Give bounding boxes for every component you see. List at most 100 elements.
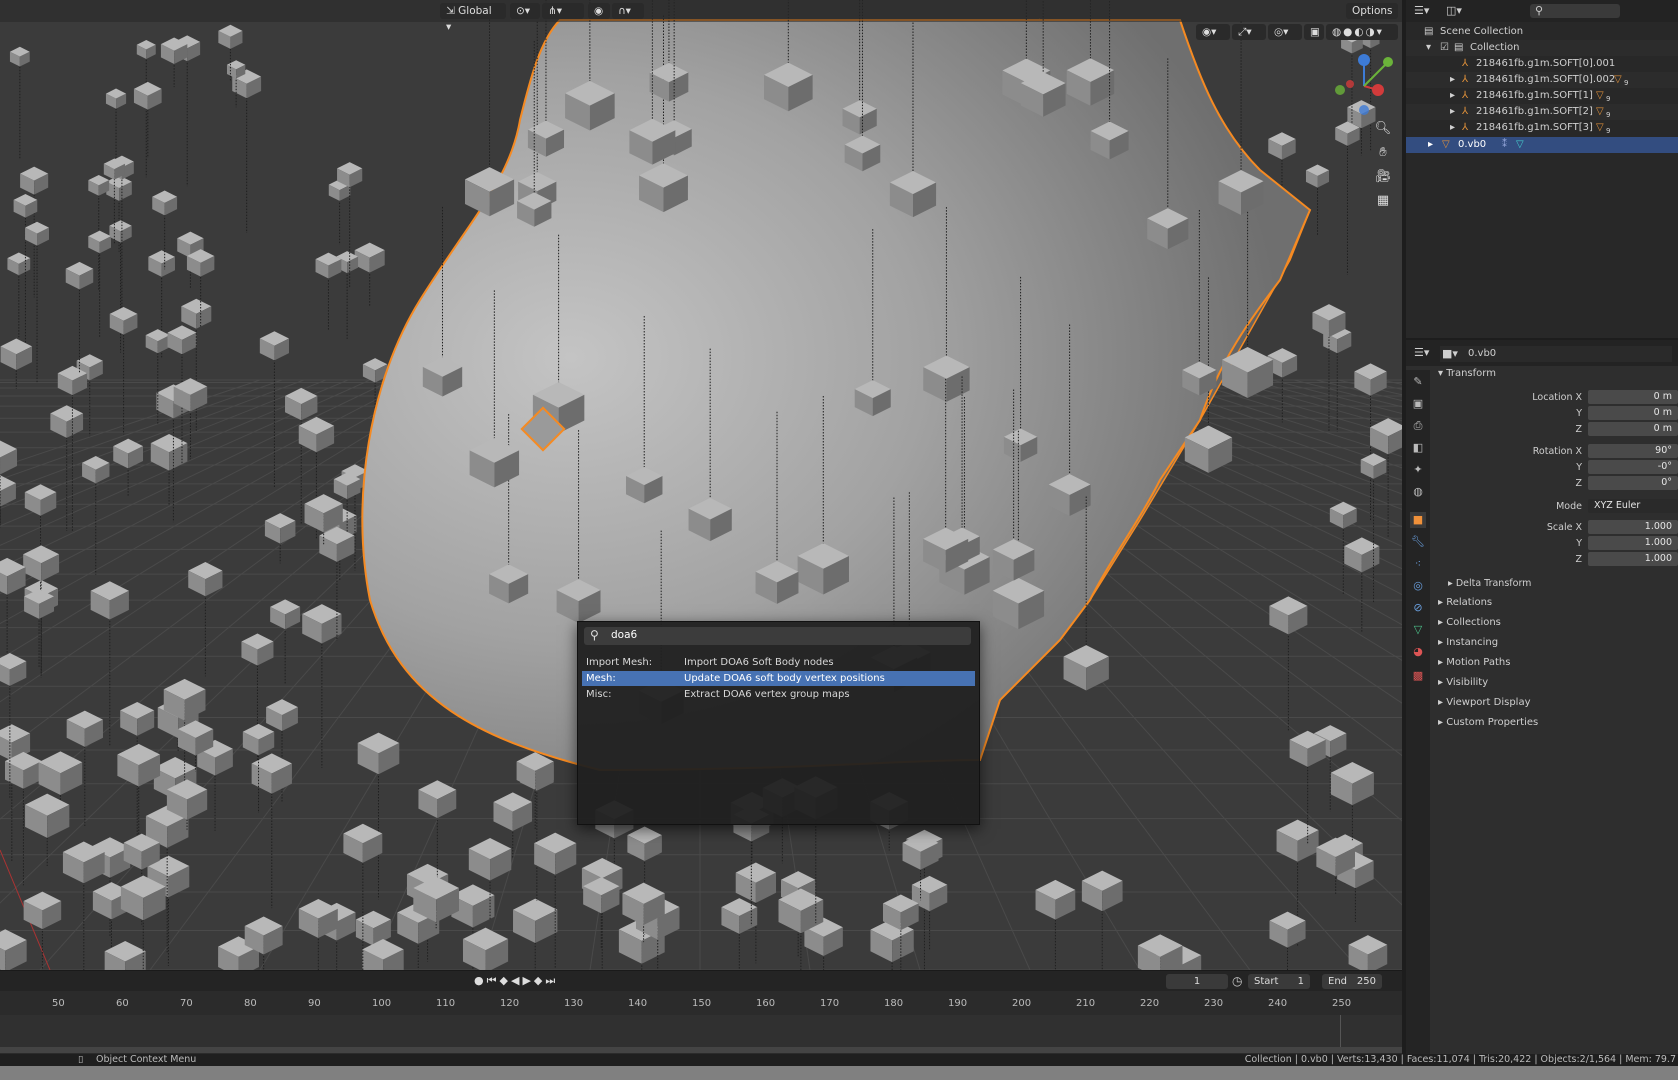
navigation-gizmo[interactable]: [1328, 50, 1400, 122]
timeline-track-area[interactable]: [0, 1015, 1402, 1047]
outliner-collection[interactable]: ▾ ☑ ▤ Collection: [1406, 40, 1678, 56]
modifier-tab-icon[interactable]: 🔧︎: [1410, 534, 1426, 550]
expand-arrow-icon[interactable]: ▸: [1450, 88, 1455, 104]
scale-y-field[interactable]: 1.000: [1588, 536, 1678, 550]
location-x-field[interactable]: 0 m: [1588, 390, 1678, 404]
scene-tab-icon[interactable]: ✦: [1410, 462, 1426, 478]
pivot-point-dropdown[interactable]: ⊙▾: [510, 3, 540, 19]
location-z-field[interactable]: 0 m: [1588, 422, 1678, 436]
gizmo-dropdown[interactable]: ⤢▾: [1232, 24, 1266, 40]
options-dropdown[interactable]: Options ▾: [1346, 3, 1398, 33]
collections-panel[interactable]: ▸ Collections: [1438, 617, 1501, 628]
tool-tab-icon[interactable]: ✎: [1410, 374, 1426, 390]
xray-toggle[interactable]: ▣: [1304, 24, 1324, 40]
custom-properties-panel[interactable]: ▸ Custom Properties: [1438, 717, 1538, 728]
rotation-z-field[interactable]: 0°: [1588, 476, 1678, 490]
proportional-edit-button[interactable]: ◉: [588, 3, 610, 19]
visibility-panel[interactable]: ▸ Visibility: [1438, 677, 1488, 688]
scale-x-field[interactable]: 1.000: [1588, 520, 1678, 534]
modifier-icon: ⁑: [1502, 139, 1507, 150]
particles-tab-icon[interactable]: ⁖: [1410, 556, 1426, 572]
status-bar: ▯ Object Context Menu Collection | 0.vb0…: [0, 1054, 1678, 1066]
location-y-field[interactable]: 0 m: [1588, 406, 1678, 420]
properties-editor[interactable]: ☰▾ ■ 0.vb0 ✎ ▣ ⎙ ◧ ✦ ◍ ■ 🔧︎ ⁖ ◎ ⊘ ▽ ◕ ▩ …: [1406, 340, 1678, 1054]
object-tab-icon[interactable]: ■: [1410, 512, 1426, 528]
start-frame-field[interactable]: Start 1: [1248, 974, 1310, 989]
view-layer-tab-icon[interactable]: ◧: [1410, 440, 1426, 456]
search-input[interactable]: ⚲ doa6: [584, 627, 971, 645]
armature-icon: ⅄: [1462, 74, 1469, 85]
data-tab-icon[interactable]: ▽: [1410, 622, 1426, 638]
options-label: Options: [1352, 5, 1393, 17]
outliner-item[interactable]: ▸ ⅄ 218461fb.g1m.SOFT[3] ▽ 9: [1406, 120, 1678, 136]
panel-title: Viewport Display: [1446, 697, 1531, 708]
rotation-y-field[interactable]: -0°: [1588, 460, 1678, 474]
rotation-mode-dropdown[interactable]: XYZ Euler: [1588, 499, 1678, 513]
expand-arrow-icon[interactable]: ▾: [1426, 40, 1431, 56]
falloff-dropdown[interactable]: ∩▾: [612, 3, 644, 19]
search-result-misc[interactable]: Misc: Extract DOA6 vertex group maps: [582, 687, 975, 702]
editor-type-icon[interactable]: ☰▾: [1414, 4, 1429, 17]
search-result-mesh[interactable]: Mesh: Update DOA6 soft body vertex posit…: [582, 671, 975, 686]
instancing-panel[interactable]: ▸ Instancing: [1438, 637, 1498, 648]
constraints-tab-icon[interactable]: ⊘: [1410, 600, 1426, 616]
timeline-scrollbar[interactable]: [0, 1047, 1402, 1053]
relations-panel[interactable]: ▸ Relations: [1438, 597, 1492, 608]
overlays-dropdown[interactable]: ◎▾: [1268, 24, 1302, 40]
material-tab-icon[interactable]: ◕: [1410, 644, 1426, 660]
zoom-icon[interactable]: 🔍︎: [1372, 118, 1394, 140]
scale-z-field[interactable]: 1.000: [1588, 552, 1678, 566]
rotation-y-label: Y: [1576, 462, 1582, 473]
texture-tab-icon[interactable]: ▩: [1410, 668, 1426, 684]
outliner-scene-collection[interactable]: ▤ Scene Collection: [1406, 24, 1678, 40]
motion-paths-panel[interactable]: ▸ Motion Paths: [1438, 657, 1510, 668]
checkbox-icon[interactable]: ☑: [1440, 40, 1449, 56]
render-tab-icon[interactable]: ▣: [1410, 396, 1426, 412]
search-result-import-mesh[interactable]: Import Mesh: Import DOA6 Soft Body nodes: [582, 655, 975, 670]
outliner-search-input[interactable]: ⚲: [1530, 4, 1620, 18]
keyframe-prev-icon[interactable]: ◆: [500, 974, 511, 987]
outliner-item-selected[interactable]: ▸ ▽ 0.vb0 ⁑ ▽: [1406, 137, 1678, 153]
outliner-item[interactable]: ⅄ 218461fb.g1m.SOFT[0].001: [1406, 56, 1678, 72]
pan-hand-icon[interactable]: ✋︎: [1372, 142, 1394, 164]
ortho-grid-icon[interactable]: ▦: [1372, 190, 1394, 212]
jump-start-icon[interactable]: ⏮: [487, 974, 500, 987]
visibility-dropdown[interactable]: ◉▾: [1196, 24, 1230, 40]
window-bottom-edge: [0, 1066, 1678, 1080]
record-icon[interactable]: ●: [474, 974, 487, 987]
clock-icon[interactable]: ◷: [1232, 974, 1242, 988]
outliner-item[interactable]: ▸ ⅄ 218461fb.g1m.SOFT[0].002 ▽ 9: [1406, 72, 1678, 88]
transform-orientation-dropdown[interactable]: ⇲ Global ▾: [440, 3, 506, 33]
camera-icon[interactable]: 🎥︎: [1372, 166, 1394, 188]
viewport-display-panel[interactable]: ▸ Viewport Display: [1438, 697, 1531, 708]
expand-arrow-icon[interactable]: ▸: [1450, 72, 1455, 88]
expand-arrow-icon[interactable]: ▸: [1450, 104, 1455, 120]
outliner-empty-area[interactable]: [1406, 154, 1678, 338]
playback-controls[interactable]: ●⏮◆◀▶◆⏭: [474, 974, 594, 989]
timeline[interactable]: ●⏮◆◀▶◆⏭ 1 ◷ Start 1 End 250 50 60 70 80 90 10…: [0, 970, 1402, 1055]
outliner-item[interactable]: ▸ ⅄ 218461fb.g1m.SOFT[1] ▽ 9: [1406, 88, 1678, 104]
panel-title: Instancing: [1446, 637, 1499, 648]
outliner-item[interactable]: ▸ ⅄ 218461fb.g1m.SOFT[2] ▽ 9: [1406, 104, 1678, 120]
rotation-x-field[interactable]: 90°: [1588, 444, 1678, 458]
timeline-tick-180: 180: [884, 998, 904, 1009]
jump-end-icon[interactable]: ⏭: [545, 974, 558, 987]
current-frame-field[interactable]: 1: [1166, 974, 1228, 989]
end-frame-field[interactable]: End 250: [1322, 974, 1382, 989]
display-mode-icon[interactable]: ◫▾: [1446, 4, 1462, 17]
outliner[interactable]: ☰▾ ◫▾ ⚲ ▤ Scene Collection ▾ ☑ ▤ Collect…: [1406, 0, 1678, 338]
expand-arrow-icon[interactable]: ▸: [1428, 137, 1433, 153]
expand-arrow-icon[interactable]: ▸: [1450, 120, 1455, 136]
delta-transform-subpanel[interactable]: ▸ Delta Transform: [1448, 578, 1531, 589]
shading-mode-group[interactable]: ◍●◐◑▾: [1326, 24, 1398, 40]
transform-panel-header[interactable]: ▾ Transform: [1438, 368, 1496, 379]
world-tab-icon[interactable]: ◍: [1410, 484, 1426, 500]
output-tab-icon[interactable]: ⎙: [1410, 418, 1426, 434]
object-name-field[interactable]: ■▾ 0.vb0: [1440, 346, 1672, 362]
play-reverse-icon[interactable]: ◀: [511, 974, 522, 987]
keyframe-next-icon[interactable]: ◆: [534, 974, 545, 987]
physics-tab-icon[interactable]: ◎: [1410, 578, 1426, 594]
snap-dropdown[interactable]: ⋔▾: [542, 3, 584, 19]
play-icon[interactable]: ▶: [522, 974, 533, 987]
editor-type-icon[interactable]: ☰▾: [1414, 346, 1429, 359]
